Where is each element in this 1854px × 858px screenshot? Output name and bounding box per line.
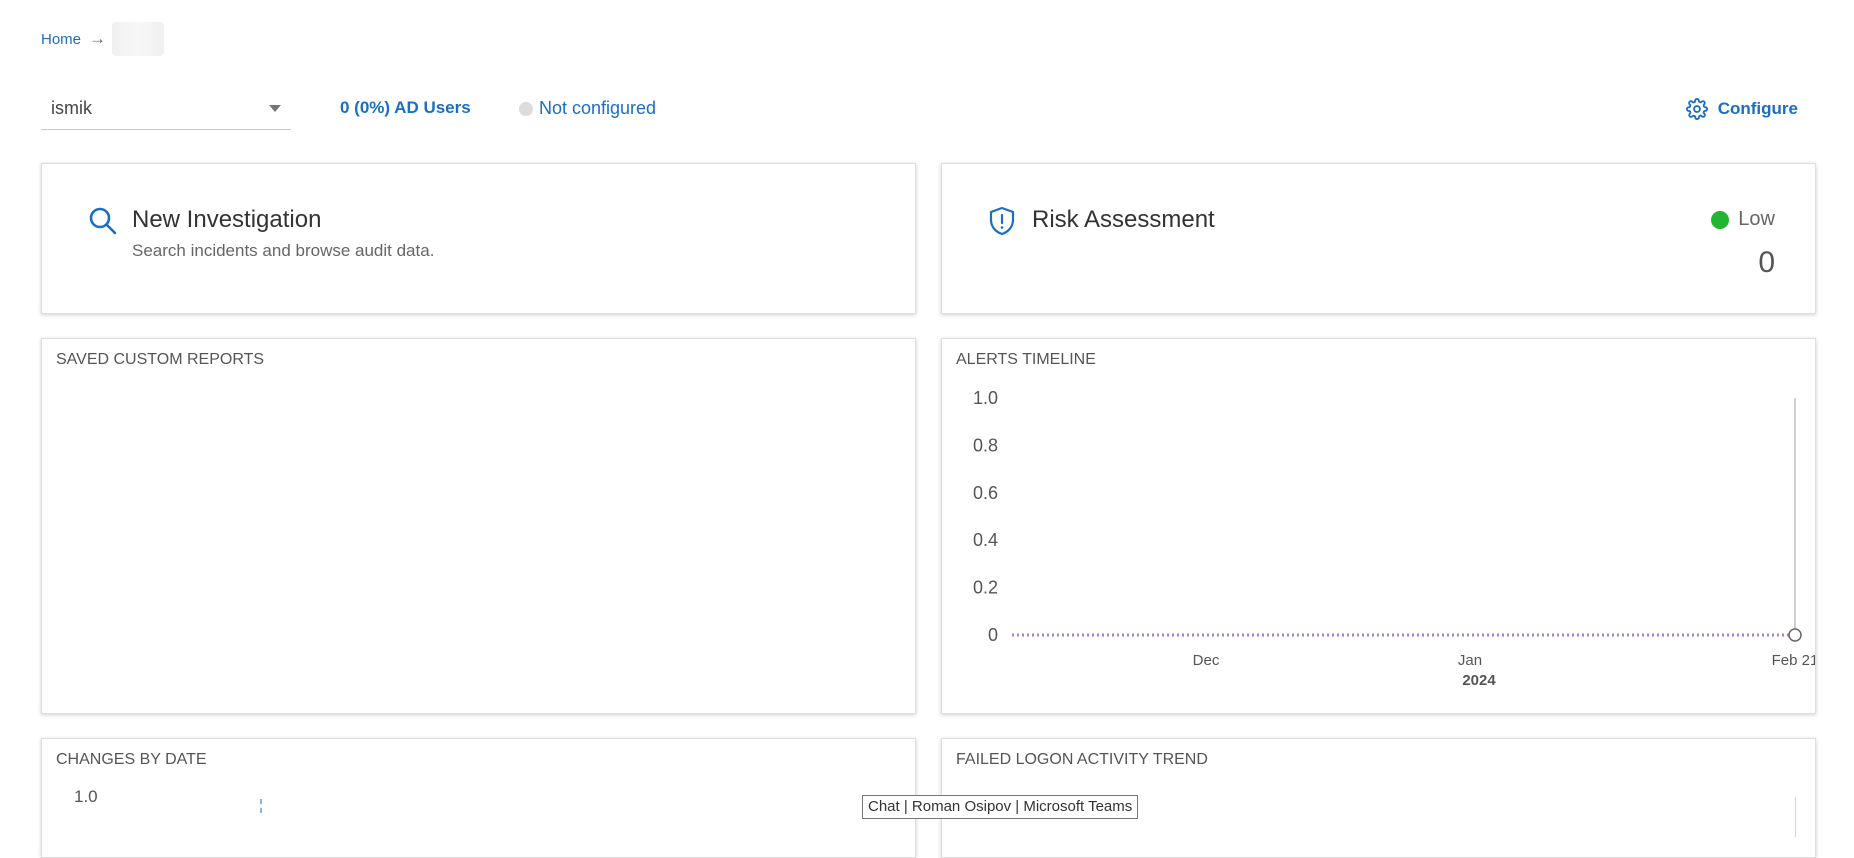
alerts-timeline-chart: 1.0 0.8 0.6 0.4 0.2 0 Dec Jan Feb 21 2024 xyxy=(973,388,1815,689)
risk-assessment-title: Risk Assessment xyxy=(1032,206,1215,233)
ad-users-link[interactable]: 0 (0%) AD Users xyxy=(340,98,471,118)
breadcrumb-home-link[interactable]: Home xyxy=(41,31,81,48)
changes-by-date-y-tick: 1.0 xyxy=(74,787,98,806)
new-investigation-title: New Investigation xyxy=(132,206,322,233)
window-tooltip: Chat | Roman Osipov | Microsoft Teams xyxy=(862,795,1139,819)
domain-select-value: ismik xyxy=(51,98,92,118)
y-tick-label: 0 xyxy=(988,625,998,645)
configuration-status[interactable]: Not configured xyxy=(519,98,656,119)
changes-by-date-card: CHANGES BY DATE 1.0 xyxy=(41,738,916,858)
configuration-status-label: Not configured xyxy=(539,98,657,118)
y-tick-label: 1.0 xyxy=(973,388,998,408)
x-year-label: 2024 xyxy=(1462,672,1496,689)
failed-logon-axis-line xyxy=(1795,797,1796,837)
gear-icon xyxy=(1685,98,1708,120)
alerts-series-endpoint[interactable] xyxy=(1788,628,1802,642)
chevron-down-icon xyxy=(269,105,281,112)
breadcrumb-current-blurred xyxy=(112,22,165,56)
configure-label: Configure xyxy=(1717,99,1798,118)
saved-custom-reports-title: SAVED CUSTOM REPORTS xyxy=(56,351,265,368)
risk-score: 0 xyxy=(1758,246,1775,279)
search-icon xyxy=(89,207,117,235)
y-tick-label: 0.4 xyxy=(973,530,998,550)
failed-logon-trend-title: FAILED LOGON ACTIVITY TREND xyxy=(956,751,1208,768)
x-tick-label: Dec xyxy=(1193,652,1220,669)
breadcrumb-arrow-icon: → xyxy=(89,29,107,48)
risk-assessment-card[interactable]: Risk Assessment Low 0 xyxy=(941,163,1816,314)
saved-custom-reports-card: SAVED CUSTOM REPORTS xyxy=(41,338,916,714)
status-dot-icon xyxy=(519,101,533,116)
x-tick-label: Jan xyxy=(1458,652,1482,669)
domain-select[interactable]: ismik xyxy=(41,88,291,130)
changes-by-date-title: CHANGES BY DATE xyxy=(56,751,207,768)
y-tick-label: 0.6 xyxy=(973,483,998,503)
configure-button[interactable]: Configure xyxy=(1685,98,1798,120)
y-tick-label: 0.2 xyxy=(973,578,998,598)
alerts-timeline-card: ALERTS TIMELINE 1.0 0.8 0.6 0.4 0.2 0 Dec Jan Fe… xyxy=(941,338,1816,714)
y-tick-label: 0.8 xyxy=(973,435,998,455)
breadcrumb: Home → xyxy=(41,22,165,56)
shield-alert-icon xyxy=(989,206,1015,236)
changes-by-date-marker xyxy=(260,799,262,813)
toolbar: ismik 0 (0%) AD Users Not configured Con… xyxy=(41,88,1854,134)
risk-level-dot-icon xyxy=(1711,210,1730,229)
risk-level: Low xyxy=(1711,208,1775,231)
risk-level-label: Low xyxy=(1738,208,1775,230)
new-investigation-card[interactable]: New Investigation Search incidents and b… xyxy=(41,163,916,314)
new-investigation-subtitle: Search incidents and browse audit data. xyxy=(132,241,435,260)
x-tick-label: Feb 21 xyxy=(1772,652,1815,669)
